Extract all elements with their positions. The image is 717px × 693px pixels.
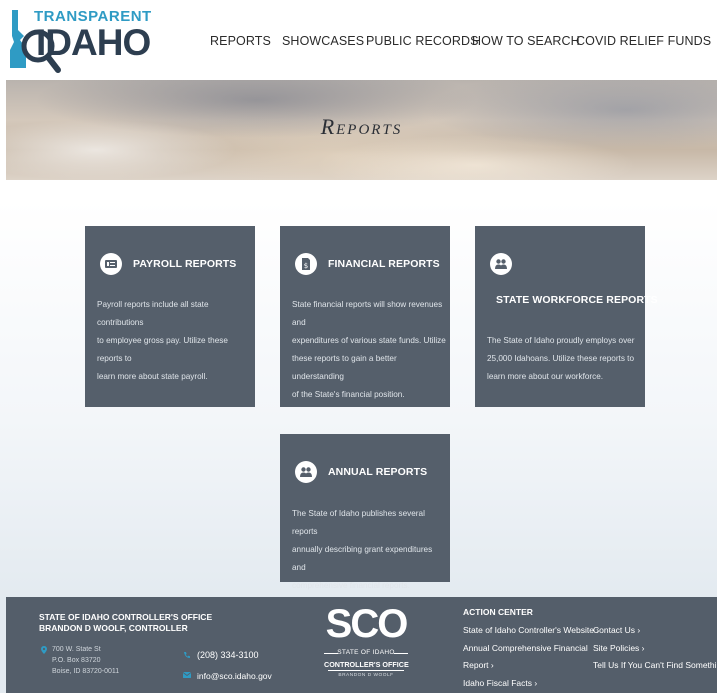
card-title: PAYROLL REPORTS [133, 258, 237, 270]
link-site-policies[interactable]: Site Policies › [593, 643, 645, 653]
svg-text:$: $ [304, 262, 308, 270]
footer-email-link[interactable]: info@sco.idaho.gov [197, 671, 272, 681]
footer-phone-link[interactable]: (208) 334-3100 [197, 650, 259, 660]
card-description: The State of Idaho proudly employs over … [487, 332, 642, 386]
sco-logo-controller: BRANDON D WOOLF [338, 673, 394, 678]
card-financial-reports[interactable]: $ FINANCIAL REPORTS State financial repo… [280, 226, 450, 407]
card-title: ANNUAL REPORTS [328, 466, 428, 478]
link-annual-comprehensive-financial-report[interactable]: Annual Comprehensive Financial [463, 643, 588, 653]
people-icon [490, 253, 512, 275]
card-desc-line: 25,000 Idahoans. Utilize these reports t… [487, 354, 635, 363]
sco-logo-office: CONTROLLER'S OFFICE [324, 660, 409, 669]
sco-rule-bottom [328, 670, 404, 671]
link-controllers-website[interactable]: State of Idaho Controller's Website › [463, 625, 599, 635]
nav-reports[interactable]: REPORTS [210, 34, 271, 48]
card-title: FINANCIAL REPORTS [328, 258, 440, 270]
card-description: The State of Idaho publishes several rep… [292, 505, 447, 595]
link-idaho-fiscal-facts[interactable]: Idaho Fiscal Facts › [463, 678, 537, 688]
sco-logo-mark: SCO [325, 602, 409, 646]
footer-address-line: P.O. Box 83720 [52, 657, 101, 664]
card-desc-line: The State of Idaho publishes several rep… [292, 509, 425, 536]
link-tell-us[interactable]: Tell Us If You Can't Find Something › [593, 660, 717, 670]
transparent-idaho-logo[interactable]: TRANSPARENT IDAHO [8, 4, 151, 76]
footer-office-name: STATE OF IDAHO CONTROLLER'S OFFICE [39, 612, 213, 622]
link-annual-comprehensive-financial-report-cont[interactable]: Report › [463, 660, 494, 670]
page-banner: Reports [6, 80, 717, 180]
logo-text-idaho: IDAHO [36, 22, 151, 63]
people-icon [295, 461, 317, 483]
nav-how-to-search[interactable]: HOW TO SEARCH [472, 34, 580, 48]
card-desc-line: State financial reports will show revenu… [292, 300, 443, 327]
footer-controller-name: BRANDON D WOOLF, CONTROLLER [39, 623, 188, 633]
nav-covid-relief-funds[interactable]: COVID RELIEF FUNDS [576, 34, 711, 48]
document-dollar-icon: $ [295, 253, 317, 275]
nav-showcases[interactable]: SHOWCASES [282, 34, 364, 48]
card-desc-line: comprehensive financial reports. [292, 581, 410, 590]
footer-address-line: Boise, ID 83720-0011 [52, 668, 120, 675]
card-state-workforce-reports[interactable]: STATE WORKFORCE REPORTS The State of Ida… [475, 226, 658, 407]
sco-logo[interactable]: SCO STATE OF IDAHO CONTROLLER'S OFFICE B… [324, 602, 409, 689]
card-description: State financial reports will show revenu… [292, 296, 447, 404]
card-annual-reports[interactable]: ANNUAL REPORTS The State of Idaho publis… [280, 434, 450, 590]
card-desc-line: expenditures of various state funds. Uti… [292, 336, 446, 345]
action-center-title: ACTION CENTER [463, 607, 533, 617]
email-icon [183, 672, 191, 678]
payroll-card-icon [100, 253, 122, 275]
card-desc-line: to employee gross pay. Utilize these rep… [97, 336, 228, 363]
sco-logo-state: STATE OF IDAHO [337, 649, 395, 656]
nav-public-records[interactable]: PUBLIC RECORDS [366, 34, 479, 48]
card-desc-line: learn more about our workforce. [487, 372, 604, 381]
link-contact-us[interactable]: Contact Us › [593, 625, 640, 635]
card-desc-line: learn more about state payroll. [97, 372, 208, 381]
card-desc-line: The State of Idaho proudly employs over [487, 336, 635, 345]
footer-address-line: 700 W. State St [52, 646, 101, 653]
phone-icon [184, 652, 190, 658]
page-title: Reports [320, 114, 403, 139]
location-pin-icon [41, 646, 47, 654]
card-desc-line: annually describing grant expenditures a… [292, 545, 433, 572]
card-payroll-reports[interactable]: PAYROLL REPORTS Payroll reports include … [85, 226, 255, 407]
card-title: STATE WORKFORCE REPORTS [496, 294, 658, 306]
card-desc-line: Payroll reports include all state contri… [97, 300, 209, 327]
site-header: TRANSPARENT IDAHO REPORTS SHOWCASES PUBL… [0, 0, 717, 80]
card-description: Payroll reports include all state contri… [97, 296, 252, 386]
card-desc-line: of the State's financial position. [292, 390, 405, 399]
site-footer: STATE OF IDAHO CONTROLLER'S OFFICE BRAND… [6, 597, 717, 693]
card-desc-line: these reports to gain a better understan… [292, 354, 397, 381]
